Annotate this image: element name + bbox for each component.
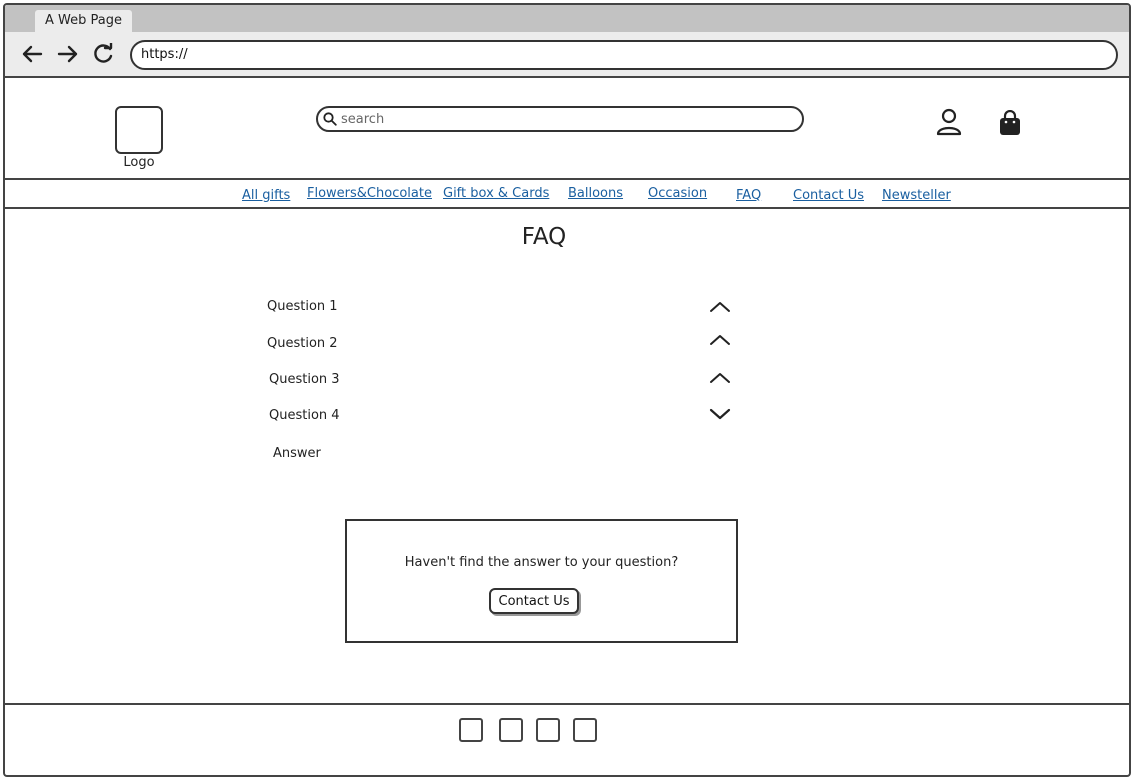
nav-link-newsletter[interactable]: Newsteller bbox=[882, 188, 951, 203]
user-icon bbox=[936, 108, 962, 136]
cart-button[interactable] bbox=[994, 107, 1026, 139]
nav-link-flowers-chocolate[interactable]: Flowers&Chocolate bbox=[307, 186, 432, 201]
contact-callout-text: Haven't find the answer to your question… bbox=[404, 555, 679, 570]
browser-tab[interactable]: A Web Page bbox=[35, 10, 132, 34]
arrow-left-icon bbox=[22, 45, 43, 63]
footer bbox=[5, 703, 1129, 775]
address-bar[interactable]: https:// bbox=[130, 40, 1118, 70]
logo-label: Logo bbox=[123, 155, 155, 170]
url-text: https:// bbox=[141, 47, 188, 62]
reload-button[interactable] bbox=[91, 41, 117, 67]
faq-toggle-1[interactable] bbox=[708, 298, 732, 316]
reload-icon bbox=[94, 43, 113, 63]
arrow-right-icon bbox=[57, 45, 78, 63]
browser-toolbar: https:// bbox=[5, 32, 1129, 78]
forward-button[interactable] bbox=[55, 41, 81, 67]
nav-link-balloons[interactable]: Balloons bbox=[568, 186, 623, 201]
nav-link-occasion[interactable]: Occasion bbox=[648, 186, 707, 201]
faq-toggle-4[interactable] bbox=[708, 405, 732, 423]
chevron-up-icon bbox=[710, 373, 730, 383]
main-nav: All gifts Flowers&Chocolate Gift box & C… bbox=[5, 178, 1129, 209]
faq-question-3[interactable]: Question 3 bbox=[269, 372, 340, 387]
chevron-down-icon bbox=[709, 408, 731, 420]
chevron-up-icon bbox=[710, 335, 730, 345]
search-icon bbox=[323, 112, 337, 126]
faq-answer-4: Answer bbox=[273, 446, 321, 461]
contact-callout: Haven't find the answer to your question… bbox=[345, 519, 738, 643]
search-input[interactable] bbox=[341, 111, 781, 127]
page-title: FAQ bbox=[521, 224, 567, 250]
back-button[interactable] bbox=[19, 41, 45, 67]
social-icon-3[interactable] bbox=[536, 718, 560, 742]
chevron-up-icon bbox=[710, 302, 730, 312]
account-button[interactable] bbox=[933, 106, 965, 138]
faq-question-2[interactable]: Question 2 bbox=[267, 336, 338, 351]
shopping-bag-icon bbox=[1000, 110, 1020, 135]
contact-us-button[interactable]: Contact Us bbox=[489, 588, 579, 614]
tab-title: A Web Page bbox=[45, 13, 122, 28]
faq-question-1[interactable]: Question 1 bbox=[267, 299, 338, 314]
faq-question-4[interactable]: Question 4 bbox=[269, 408, 340, 423]
search-bar[interactable] bbox=[316, 106, 804, 132]
nav-link-gift-box-cards[interactable]: Gift box & Cards bbox=[443, 186, 549, 201]
faq-toggle-2[interactable] bbox=[708, 331, 732, 349]
social-icon-1[interactable] bbox=[459, 718, 483, 742]
social-icon-4[interactable] bbox=[573, 718, 597, 742]
social-icon-2[interactable] bbox=[499, 718, 523, 742]
faq-toggle-3[interactable] bbox=[708, 369, 732, 387]
nav-link-contact-us[interactable]: Contact Us bbox=[793, 188, 864, 203]
browser-window: A Web Page https:// Logo search All gift… bbox=[3, 3, 1131, 777]
tab-bar: A Web Page bbox=[5, 5, 1129, 34]
nav-link-all-gifts[interactable]: All gifts bbox=[242, 188, 290, 203]
nav-link-faq[interactable]: FAQ bbox=[736, 188, 761, 203]
logo[interactable] bbox=[115, 106, 163, 154]
